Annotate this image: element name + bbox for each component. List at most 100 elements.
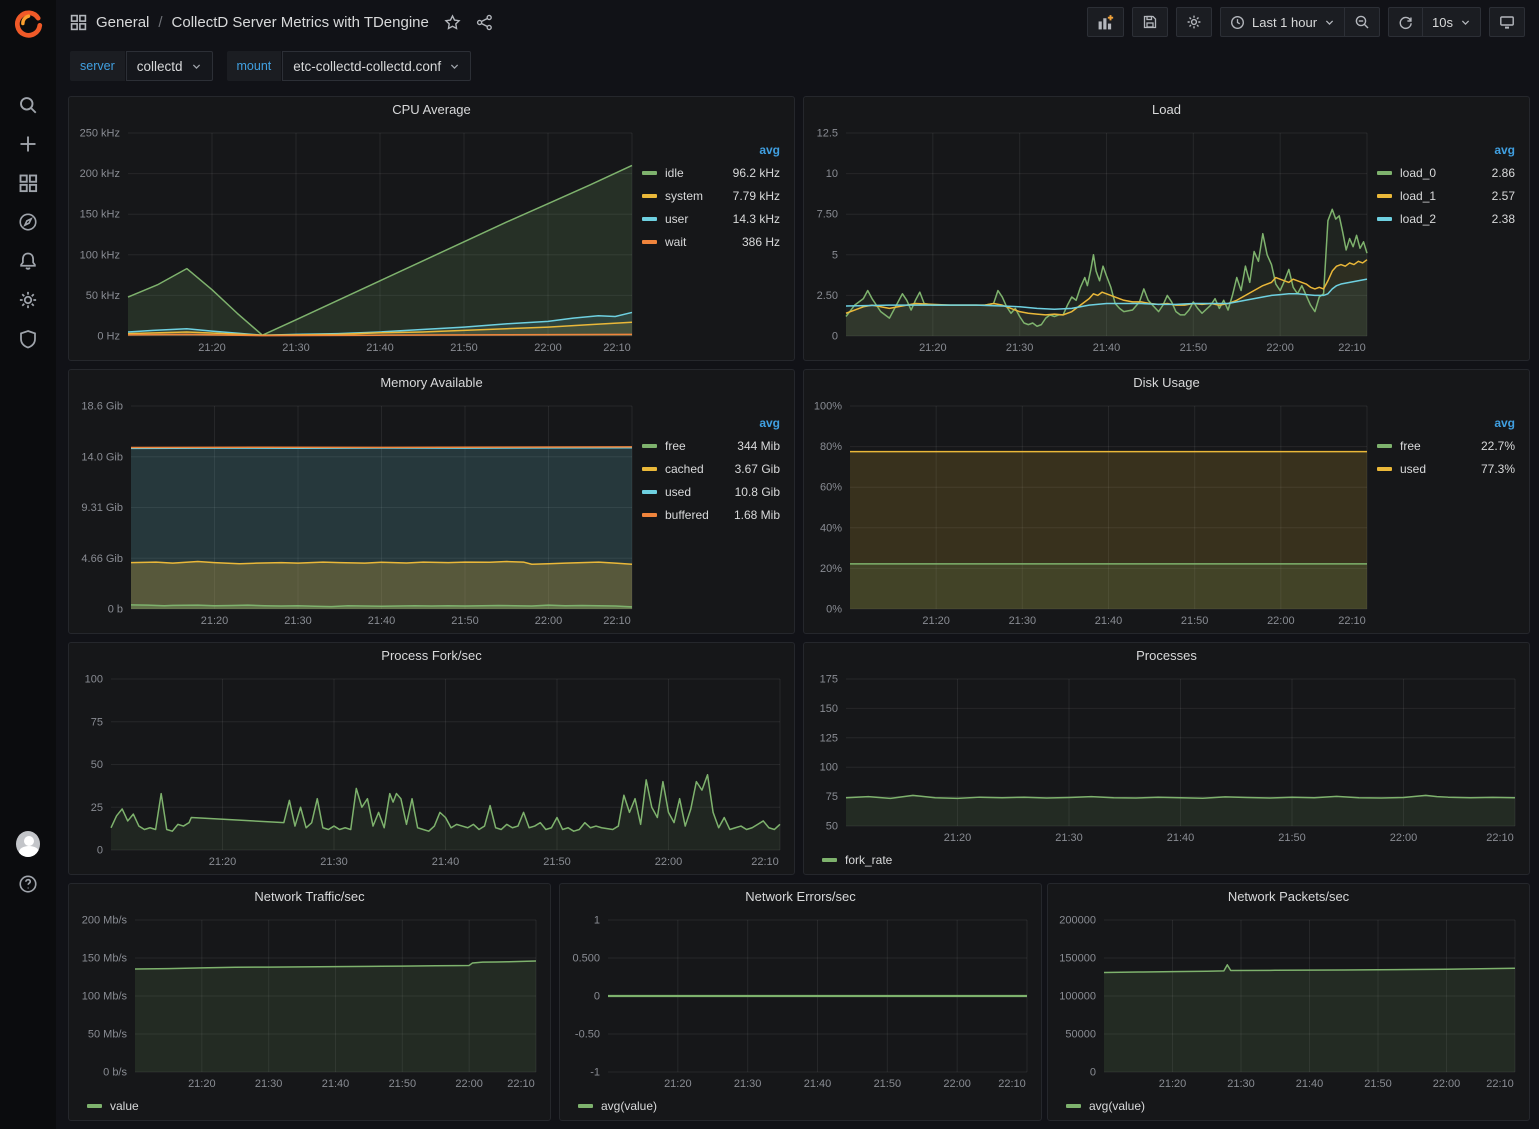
svg-text:200 Mb/s: 200 Mb/s [82,915,128,927]
panel-title[interactable]: Load [804,97,1529,123]
svg-text:21:30: 21:30 [1006,342,1034,354]
legend-item-idle[interactable]: idle96.2 kHz [642,161,780,184]
refresh-interval-picker[interactable]: 10s [1422,7,1481,37]
panel-network-traffic: Network Traffic/sec 0 b/s50 Mb/s100 Mb/s… [68,883,551,1121]
panel-title[interactable]: Disk Usage [804,370,1529,396]
svg-text:21:40: 21:40 [366,342,394,354]
legend-series-name: load_1 [1400,189,1436,203]
svg-text:14.0 Gib: 14.0 Gib [81,451,123,463]
legend-series-avg: 22.7% [1481,439,1515,453]
legend-series-avg: 2.86 [1492,166,1515,180]
svg-text:20%: 20% [820,563,842,575]
svg-text:21:40: 21:40 [322,1078,350,1090]
memory-legend: avgfree344 Mibcached3.67 Gibused10.8 Gib… [642,396,790,631]
svg-text:22:00: 22:00 [1433,1078,1461,1090]
legend-item-used[interactable]: used10.8 Gib [642,480,780,503]
cpu-average-chart[interactable]: 0 Hz50 kHz100 kHz150 kHz200 kHz250 kHz21… [73,123,642,358]
svg-text:5: 5 [832,249,838,261]
svg-text:0 Hz: 0 Hz [97,331,120,343]
svg-text:150: 150 [820,703,838,715]
svg-text:21:40: 21:40 [1296,1078,1324,1090]
legend-item-load_2[interactable]: load_22.38 [1377,207,1515,230]
legend-series-avg: 2.38 [1492,212,1515,226]
legend-item-buffered[interactable]: buffered1.68 Mib [642,503,780,526]
legend-series-name: cached [665,462,704,476]
explore-compass-icon[interactable] [16,210,40,234]
legend-series-name: avg(value) [1089,1099,1145,1113]
add-icon[interactable] [16,132,40,156]
svg-text:50: 50 [91,759,103,771]
panel-title[interactable]: CPU Average [69,97,794,123]
memory-available-chart[interactable]: 0 b4.66 Gib9.31 Gib14.0 Gib18.6 Gib21:20… [73,396,642,631]
legend-item-wait[interactable]: wait386 Hz [642,230,780,253]
processes-chart[interactable]: 507510012515017521:2021:3021:4021:5022:0… [808,669,1525,848]
svg-text:21:30: 21:30 [255,1078,283,1090]
zoom-out-button[interactable] [1344,7,1380,37]
variable-value-mount[interactable]: etc-collectd-collectd.conf [282,51,471,81]
svg-text:22:10: 22:10 [1486,832,1514,844]
variable-value-server[interactable]: collectd [126,51,213,81]
svg-text:150000: 150000 [1059,953,1096,965]
save-dashboard-button[interactable] [1132,7,1168,37]
legend-item-avgvalue[interactable]: avg(value) [1066,1094,1145,1118]
svg-text:2.50: 2.50 [817,290,838,302]
legend-item-free[interactable]: free344 Mib [642,434,780,457]
panel-title[interactable]: Network Packets/sec [1048,884,1529,910]
legend-item-avgvalue[interactable]: avg(value) [578,1094,657,1118]
dashboard-grid: CPU Average 0 Hz50 kHz100 kHz150 kHz200 … [56,88,1539,1129]
panel-title[interactable]: Processes [804,643,1529,669]
network-packets-chart[interactable]: 05000010000015000020000021:2021:3021:402… [1052,910,1525,1094]
search-icon[interactable] [16,93,40,117]
legend-avg-header: avg [642,139,780,161]
grafana-logo-icon[interactable] [13,8,43,38]
star-icon[interactable] [444,14,461,31]
legend-series-color [822,858,837,862]
svg-text:50: 50 [826,821,838,833]
legend-avg-header: avg [1377,139,1515,161]
breadcrumb-folder[interactable]: General [96,14,149,31]
legend-series-name: load_0 [1400,166,1436,180]
share-icon[interactable] [476,14,493,31]
legend-item-user[interactable]: user14.3 kHz [642,207,780,230]
user-avatar[interactable] [16,832,40,856]
legend-series-name: system [665,189,703,203]
panel-title[interactable]: Network Errors/sec [560,884,1041,910]
configuration-gear-icon[interactable] [16,288,40,312]
panel-network-packets: Network Packets/sec 05000010000015000020… [1047,883,1530,1121]
dashboards-icon[interactable] [16,171,40,195]
legend-item-load_1[interactable]: load_12.57 [1377,184,1515,207]
disk-usage-chart[interactable]: 0%20%40%60%80%100%21:2021:3021:4021:5022… [808,396,1377,631]
panel-title[interactable]: Process Fork/sec [69,643,794,669]
panel-title[interactable]: Network Traffic/sec [69,884,550,910]
svg-text:22:00: 22:00 [943,1078,971,1090]
dashboard-settings-button[interactable] [1176,7,1212,37]
legend-item-load_0[interactable]: load_0 2.86 [1377,161,1515,184]
legend-item-cached[interactable]: cached3.67 Gib [642,457,780,480]
legend-item-system[interactable]: system7.79 kHz [642,184,780,207]
legend-item-free[interactable]: free22.7% [1377,434,1515,457]
network-errors-chart[interactable]: -1-0.5000.500121:2021:3021:4021:5022:002… [564,910,1037,1094]
legend-item-fork_rate[interactable]: fork_rate [822,848,892,872]
alerting-bell-icon[interactable] [16,249,40,273]
processes-legend: fork_rate [808,848,1525,872]
legend-series-color [642,194,657,198]
svg-text:21:40: 21:40 [432,856,460,868]
network-traffic-chart[interactable]: 0 b/s50 Mb/s100 Mb/s150 Mb/s200 Mb/s21:2… [73,910,546,1094]
cycle-view-mode-button[interactable] [1489,7,1525,37]
refresh-button[interactable] [1388,7,1422,37]
time-range-picker[interactable]: Last 1 hour [1220,7,1344,37]
svg-text:22:00: 22:00 [534,342,562,354]
help-icon[interactable] [16,872,40,896]
legend-item-value[interactable]: value [87,1094,139,1118]
svg-text:21:20: 21:20 [198,342,226,354]
panel-title[interactable]: Memory Available [69,370,794,396]
legend-series-name: idle [665,166,684,180]
load-chart[interactable]: 02.5057.501012.521:2021:3021:4021:5022:0… [808,123,1377,358]
variable-label-server: server [70,51,125,81]
add-panel-button[interactable] [1087,7,1124,37]
server-admin-shield-icon[interactable] [16,327,40,351]
process-fork-chart[interactable]: 025507510021:2021:3021:4021:5022:0022:10 [73,669,790,872]
legend-series-color [1377,171,1392,175]
svg-text:40%: 40% [820,522,842,534]
legend-item-used[interactable]: used77.3% [1377,457,1515,480]
